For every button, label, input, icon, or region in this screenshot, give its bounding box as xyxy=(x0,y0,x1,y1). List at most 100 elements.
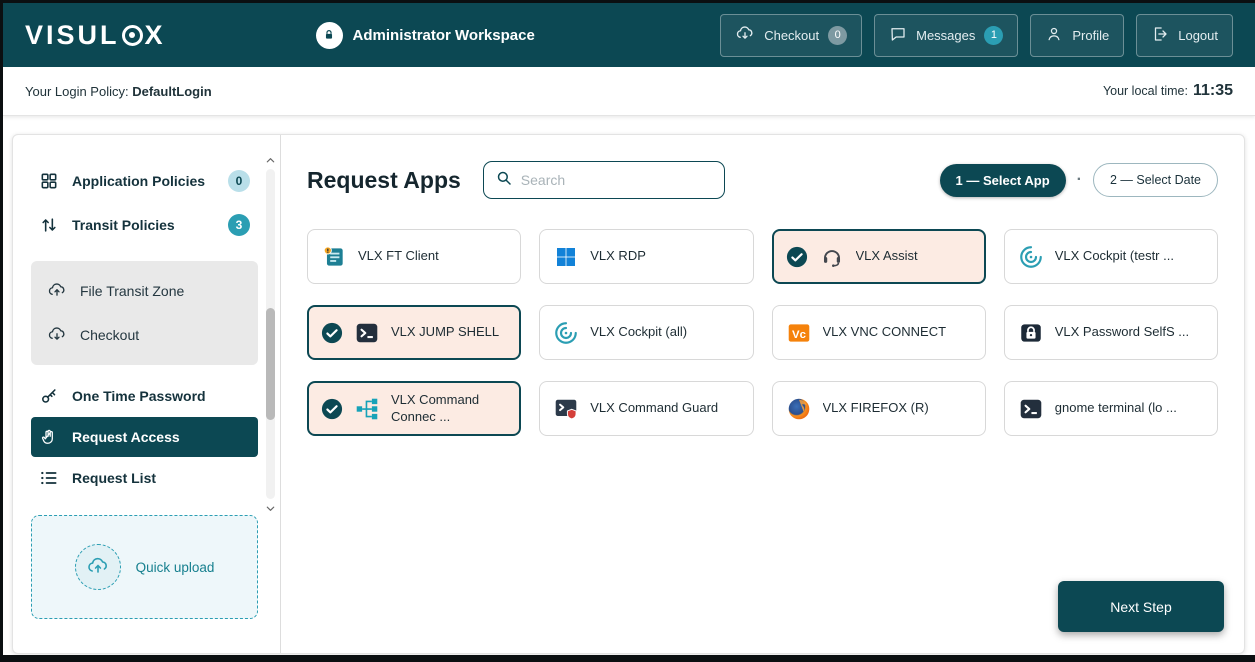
scroll-up-icon[interactable] xyxy=(265,153,276,167)
vnc-icon: Vc xyxy=(785,319,813,347)
logo-text-suffix: X xyxy=(145,20,166,51)
checkout-button-label: Checkout xyxy=(764,28,819,43)
sidebar-scrollbar[interactable] xyxy=(263,153,277,515)
step-select-date[interactable]: 2 — Select Date xyxy=(1093,163,1218,197)
sidebar-item-label: Request Access xyxy=(72,429,180,445)
sidebar-item-transit-policies[interactable]: Transit Policies 3 xyxy=(31,203,258,247)
profile-button[interactable]: Profile xyxy=(1030,14,1124,57)
sidebar-item-checkout[interactable]: Checkout xyxy=(37,313,252,357)
count-badge: 0 xyxy=(228,170,250,192)
messages-button-label: Messages xyxy=(916,28,975,43)
app-card[interactable]: VLX RDP xyxy=(539,229,753,284)
app-label: VLX FIREFOX (R) xyxy=(823,400,929,416)
content-toolbar: Request Apps 1 — Select App · 2 — Select… xyxy=(307,161,1218,199)
sidebar-item-label: Request List xyxy=(72,470,156,486)
logout-button[interactable]: Logout xyxy=(1136,14,1233,57)
sub-header: Your Login Policy: DefaultLogin Your loc… xyxy=(3,67,1255,116)
messages-count-badge: 1 xyxy=(984,26,1003,45)
sidebar-item-file-transit-zone[interactable]: File Transit Zone xyxy=(37,269,252,313)
header-actions: Checkout 0 Messages 1 Profile Logout xyxy=(720,14,1233,57)
checkout-count-badge: 0 xyxy=(828,26,847,45)
app-label: VLX Assist xyxy=(856,248,918,264)
cloud-upload-icon xyxy=(75,544,121,590)
sidebar-item-one-time-password[interactable]: One Time Password xyxy=(31,375,258,417)
app-card[interactable]: VLX Cockpit (all) xyxy=(539,305,753,360)
firefox-icon xyxy=(785,395,813,423)
app-label: VLX Command Guard xyxy=(590,400,718,416)
key-icon xyxy=(39,386,59,406)
sidebar-item-application-policies[interactable]: Application Policies 0 xyxy=(31,159,258,203)
cloud-upload-icon xyxy=(47,281,67,301)
apps-grid: VLX FT Client VLX RDP VLX Assist VLX Cockpi… xyxy=(307,229,1218,436)
checkout-button[interactable]: Checkout 0 xyxy=(720,14,862,57)
sidebar-item-label: Checkout xyxy=(80,327,139,343)
app-label: gnome terminal (lo ... xyxy=(1055,400,1177,416)
app-card[interactable]: VLX Password SelfS ... xyxy=(1004,305,1218,360)
quick-upload-dropzone[interactable]: Quick upload xyxy=(31,515,258,619)
sidebar-group-transit: File Transit Zone Checkout xyxy=(31,261,258,365)
cockpit-icon xyxy=(552,319,580,347)
terminal-icon xyxy=(353,319,381,347)
sidebar-item-label: File Transit Zone xyxy=(80,283,184,299)
app-label: VLX VNC CONNECT xyxy=(823,324,947,340)
messages-button[interactable]: Messages 1 xyxy=(874,14,1018,57)
app-label: VLX JUMP SHELL xyxy=(391,324,499,340)
workspace-title-label: Administrator Workspace xyxy=(353,27,535,44)
app-label: VLX FT Client xyxy=(358,248,439,264)
app-card[interactable]: VLX Command Guard xyxy=(539,381,753,436)
chat-bubble-icon xyxy=(889,25,907,46)
next-step-button[interactable]: Next Step xyxy=(1058,581,1224,632)
svg-text:Vc: Vc xyxy=(792,328,806,340)
lock-icon xyxy=(316,22,343,49)
grid-icon xyxy=(39,171,59,191)
scrollbar-thumb[interactable] xyxy=(266,308,275,420)
scrollbar-track[interactable] xyxy=(266,169,275,499)
list-icon xyxy=(39,468,59,488)
app-card[interactable]: VLX Command Connec ... xyxy=(307,381,521,436)
scroll-down-icon[interactable] xyxy=(265,501,276,515)
sidebar-item-label: Application Policies xyxy=(72,173,205,189)
count-badge: 3 xyxy=(228,214,250,236)
app-card[interactable]: gnome terminal (lo ... xyxy=(1004,381,1218,436)
workspace-title: Administrator Workspace xyxy=(316,22,535,49)
app-card[interactable]: VLX Cockpit (testr ... xyxy=(1004,229,1218,284)
search-box[interactable] xyxy=(483,161,725,199)
step-select-app[interactable]: 1 — Select App xyxy=(940,164,1066,197)
content-area: Request Apps 1 — Select App · 2 — Select… xyxy=(281,135,1244,653)
wizard-steps: 1 — Select App · 2 — Select Date xyxy=(940,163,1219,197)
sidebar-item-request-access[interactable]: Request Access xyxy=(31,417,258,457)
app-label: VLX RDP xyxy=(590,248,646,264)
hand-icon xyxy=(39,428,59,446)
app-label: VLX Cockpit (all) xyxy=(590,324,687,340)
login-policy: Your Login Policy: DefaultLogin xyxy=(25,84,212,99)
app-label: VLX Command Connec ... xyxy=(391,392,507,425)
app-card[interactable]: VLX Assist xyxy=(772,229,986,284)
search-icon xyxy=(495,169,513,192)
top-header: VISULX Administrator Workspace Checkout … xyxy=(3,3,1255,67)
windows-icon xyxy=(552,243,580,271)
cockpit-icon xyxy=(1017,243,1045,271)
app-card[interactable]: Vc VLX VNC CONNECT xyxy=(772,305,986,360)
sidebar: Application Policies 0 Transit Policies … xyxy=(13,135,281,653)
local-time: Your local time: 11:35 xyxy=(1103,82,1233,100)
check-circle-icon xyxy=(321,398,343,420)
person-icon xyxy=(1045,25,1063,46)
logo-o-icon xyxy=(122,25,143,46)
cloud-download-icon xyxy=(47,325,67,345)
quick-upload-label: Quick upload xyxy=(136,560,215,575)
app-label: VLX Password SelfS ... xyxy=(1055,324,1189,340)
main-panel: Application Policies 0 Transit Policies … xyxy=(12,134,1245,654)
cloud-download-icon xyxy=(735,24,755,47)
network-icon xyxy=(353,395,381,423)
profile-button-label: Profile xyxy=(1072,28,1109,43)
app-card[interactable]: VLX FIREFOX (R) xyxy=(772,381,986,436)
app-card[interactable]: VLX JUMP SHELL xyxy=(307,305,521,360)
login-policy-value: DefaultLogin xyxy=(132,84,211,99)
arrows-up-down-icon xyxy=(39,215,59,235)
terminal-icon xyxy=(1017,395,1045,423)
login-policy-label: Your Login Policy: xyxy=(25,84,129,99)
sidebar-item-request-list[interactable]: Request List xyxy=(31,457,258,499)
logout-button-label: Logout xyxy=(1178,28,1218,43)
app-card[interactable]: VLX FT Client xyxy=(307,229,521,284)
search-input[interactable] xyxy=(521,172,713,188)
